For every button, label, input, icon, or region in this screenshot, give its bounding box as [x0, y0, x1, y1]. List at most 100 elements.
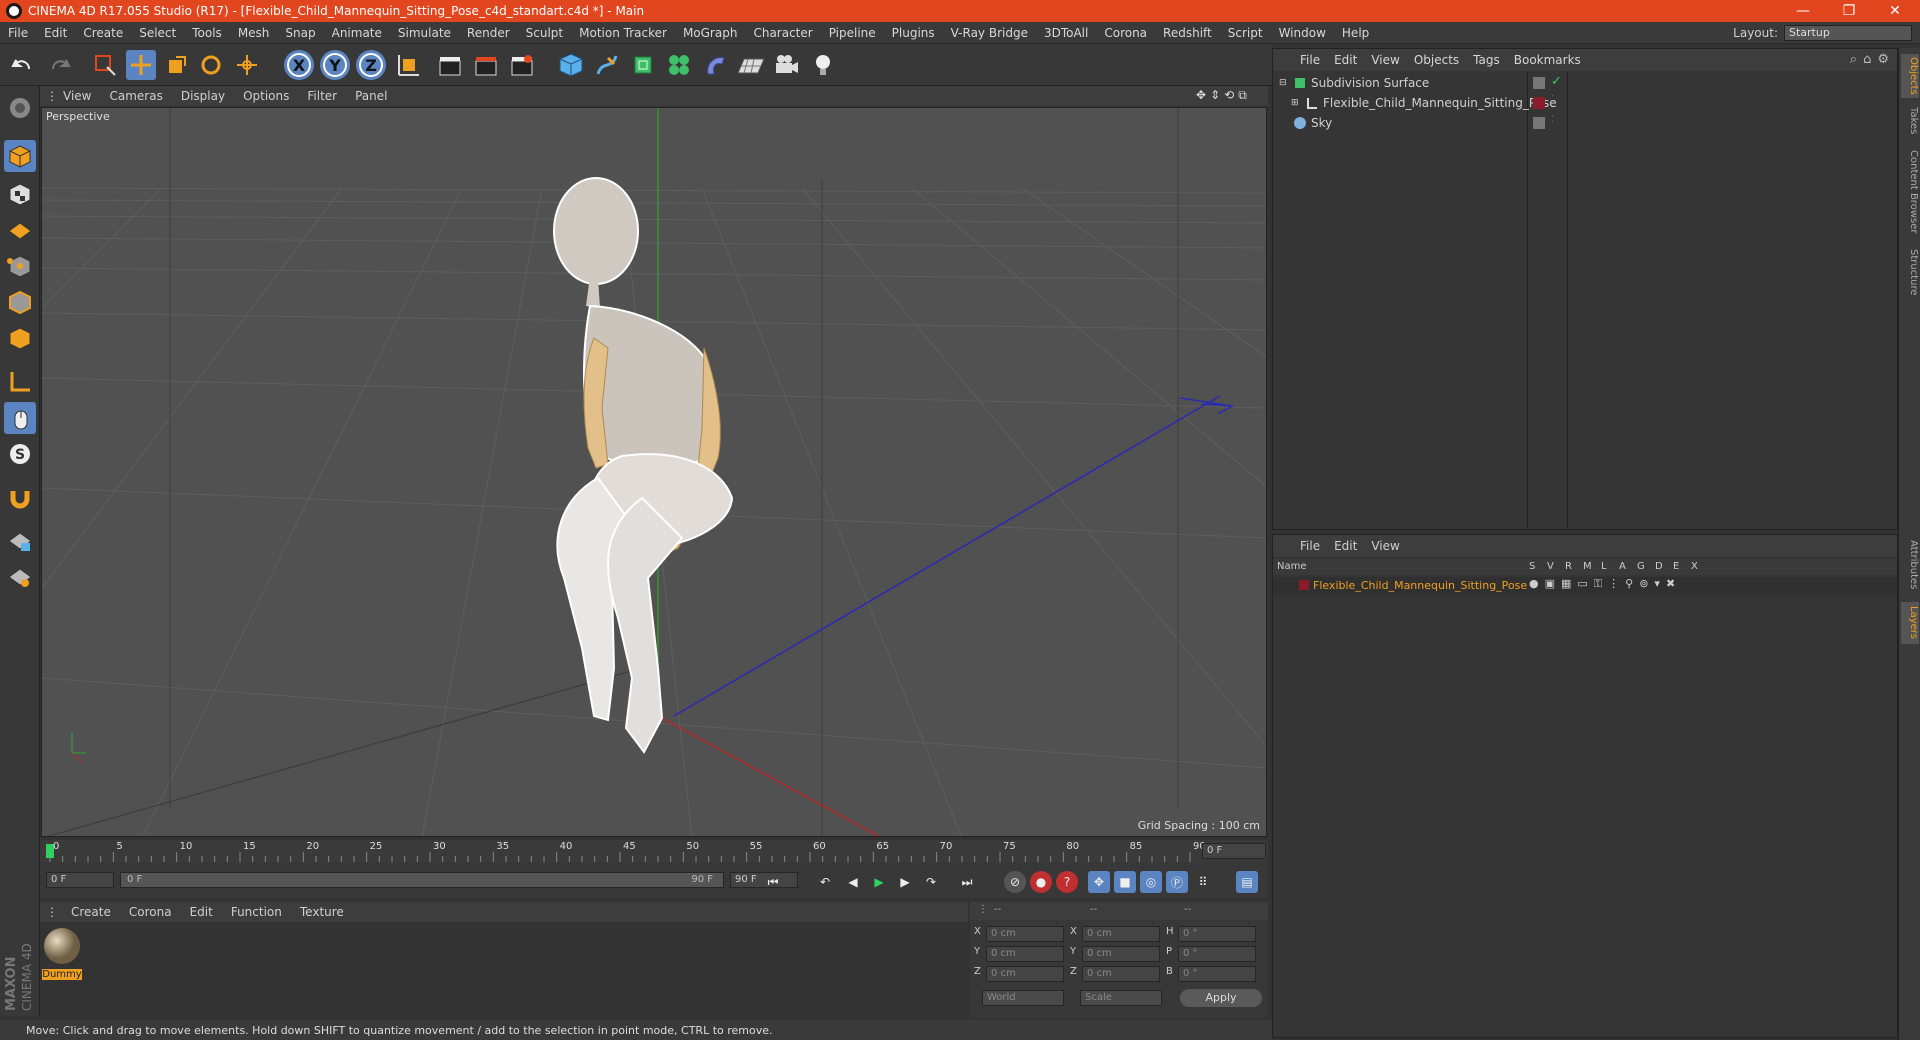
start-frame-field[interactable]: 0 F: [46, 872, 114, 888]
layer-toggle-icons[interactable]: ●▣▦▭⚿⋮⚲⊚▾✖: [1529, 577, 1681, 591]
coord-value-field[interactable]: 0 cm: [986, 946, 1064, 962]
menu-motion-tracker[interactable]: Motion Tracker: [571, 26, 675, 40]
transform-tool-button[interactable]: [232, 50, 262, 80]
key-rotation-button[interactable]: ◎: [1140, 871, 1162, 893]
viewport-menu-options[interactable]: Options: [234, 89, 298, 103]
previous-frame-button[interactable]: ◀: [842, 871, 864, 893]
close-button[interactable]: ✕: [1872, 0, 1918, 22]
workplane-mode-button[interactable]: [4, 212, 36, 244]
floor-button[interactable]: [736, 50, 766, 80]
coord-value-field[interactable]: 0 °: [1178, 966, 1256, 982]
menu-render[interactable]: Render: [459, 26, 518, 40]
coord-value-field[interactable]: 0 cm: [1082, 966, 1160, 982]
locked-workplane-button[interactable]: [4, 524, 36, 556]
play-button[interactable]: ▶: [868, 871, 890, 893]
rotate-tool-button[interactable]: [196, 50, 226, 80]
key-pla-button[interactable]: ⠿: [1192, 871, 1214, 893]
coord-value-field[interactable]: 0 °: [1178, 926, 1256, 942]
timeline-window-button[interactable]: ▤: [1236, 871, 1258, 893]
timeline-ruler[interactable]: 0 5 10 15 20 25 30 35 40 45 50 55 60 65 70 75 80 85 90 0 F: [40, 840, 1268, 862]
menu-animate[interactable]: Animate: [324, 26, 390, 40]
redo-button[interactable]: [44, 50, 74, 80]
tab-takes[interactable]: Takes: [1901, 104, 1919, 138]
object-name[interactable]: Subdivision Surface: [1311, 76, 1429, 90]
render-settings-button[interactable]: [508, 50, 538, 80]
minimize-button[interactable]: —: [1780, 0, 1826, 22]
current-frame-field[interactable]: 0 F: [1202, 843, 1266, 859]
coord-value-field[interactable]: 0 cm: [1082, 926, 1160, 942]
home-icon[interactable]: ⌂: [1863, 52, 1871, 67]
texture-mode-button[interactable]: [4, 178, 36, 210]
autokey-button[interactable]: ?: [1056, 871, 1078, 893]
rotate-view-icon[interactable]: ⟲: [1224, 88, 1234, 104]
tab-layers[interactable]: Layers: [1901, 602, 1919, 644]
pen-spline-button[interactable]: [592, 50, 622, 80]
material-menu-texture[interactable]: Texture: [291, 905, 353, 919]
layer-col-m[interactable]: M: [1583, 561, 1601, 572]
material-menu-function[interactable]: Function: [222, 905, 291, 919]
object-row-subdivision[interactable]: ⊟ Subdivision Surface ✓: [1273, 73, 1897, 93]
coord-value-field[interactable]: 0 °: [1178, 946, 1256, 962]
layer-col-g[interactable]: G: [1637, 561, 1655, 572]
visibility-toggle[interactable]: [1533, 77, 1545, 89]
object-menu-edit[interactable]: Edit: [1327, 53, 1364, 67]
menu-pipeline[interactable]: Pipeline: [821, 26, 884, 40]
menu-plugins[interactable]: Plugins: [884, 26, 943, 40]
restore-button[interactable]: ❐: [1826, 0, 1872, 22]
record-keyframes-off-button[interactable]: ⊘: [1004, 871, 1026, 893]
planar-workplane-button[interactable]: [4, 560, 36, 592]
menu-character[interactable]: Character: [745, 26, 820, 40]
layer-col-r[interactable]: R: [1565, 561, 1583, 572]
menu-snap[interactable]: Snap: [277, 26, 323, 40]
layer-name[interactable]: Flexible_Child_Mannequin_Sitting_Pose: [1313, 579, 1527, 592]
search-icon[interactable]: ⌕: [1850, 52, 1857, 67]
object-menu-bookmarks[interactable]: Bookmarks: [1507, 53, 1588, 67]
cloner-button[interactable]: [664, 50, 694, 80]
layer-col-x[interactable]: X: [1691, 561, 1709, 572]
perspective-viewport[interactable]: Perspective Grid Spacing : 100 cm: [41, 107, 1267, 837]
layer-menu-view[interactable]: View: [1364, 539, 1406, 553]
go-to-start-button[interactable]: ⏮: [762, 871, 784, 893]
viewport-menu-display[interactable]: Display: [172, 89, 234, 103]
render-picture-viewer-button[interactable]: [472, 50, 502, 80]
material-menu-create[interactable]: Create: [62, 905, 120, 919]
layer-col-l[interactable]: L: [1601, 561, 1619, 572]
object-menu-file[interactable]: File: [1293, 53, 1327, 67]
menu-mesh[interactable]: Mesh: [230, 26, 278, 40]
object-menu-tags[interactable]: Tags: [1466, 53, 1507, 67]
subdivision-surface-button[interactable]: [628, 50, 658, 80]
deformer-button[interactable]: [700, 50, 730, 80]
axis-mode-button[interactable]: [4, 366, 36, 398]
mannequin-model[interactable]: [553, 177, 734, 754]
menu-select[interactable]: Select: [131, 26, 184, 40]
layer-col-e[interactable]: E: [1673, 561, 1691, 572]
make-editable-button[interactable]: [4, 92, 36, 124]
object-row-mannequin[interactable]: ⊞ Flexible_Child_Mannequin_Sitting_Pose …: [1273, 93, 1897, 113]
menu-help[interactable]: Help: [1334, 26, 1377, 40]
camera-button[interactable]: [772, 50, 802, 80]
layer-menu-edit[interactable]: Edit: [1327, 539, 1364, 553]
material-swatch[interactable]: Dummy: [42, 926, 82, 980]
light-button[interactable]: [808, 50, 838, 80]
next-frame-button[interactable]: ▶: [894, 871, 916, 893]
layer-col-d[interactable]: D: [1655, 561, 1673, 572]
material-name-label[interactable]: Dummy: [42, 969, 82, 980]
object-menu-view[interactable]: View: [1364, 53, 1406, 67]
tab-objects[interactable]: Objects: [1901, 54, 1919, 98]
next-key-button[interactable]: ↷: [920, 871, 942, 893]
key-parameter-button[interactable]: Ⓟ: [1166, 871, 1188, 893]
menu-redshift[interactable]: Redshift: [1155, 26, 1220, 40]
layer-col-a[interactable]: A: [1619, 561, 1637, 572]
zoom-view-icon[interactable]: ⇕: [1210, 88, 1220, 104]
add-cube-button[interactable]: [556, 50, 586, 80]
record-button[interactable]: ●: [1030, 871, 1052, 893]
enabled-checkmark-icon[interactable]: ✓: [1551, 74, 1562, 89]
viewport-camera-label[interactable]: Perspective: [46, 110, 110, 123]
undo-button[interactable]: [8, 50, 38, 80]
material-menu-edit[interactable]: Edit: [181, 905, 222, 919]
key-position-button[interactable]: ✥: [1088, 871, 1110, 893]
maximize-view-icon[interactable]: ⧉: [1238, 88, 1247, 104]
layer-menu-file[interactable]: File: [1293, 539, 1327, 553]
coordinate-system-button[interactable]: [394, 50, 424, 80]
coord-value-field[interactable]: 0 cm: [1082, 946, 1160, 962]
